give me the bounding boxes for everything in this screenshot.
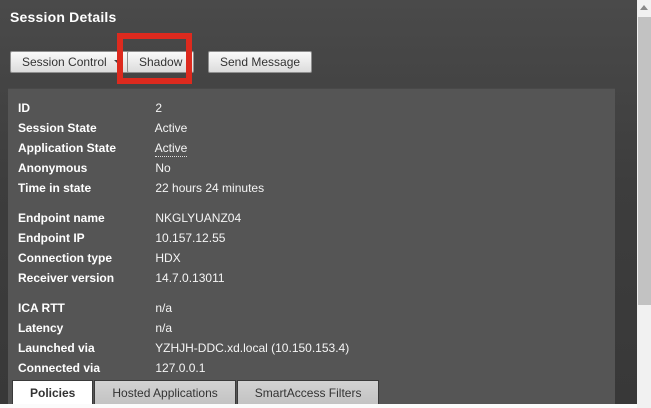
session-control-button[interactable]: Session Control	[10, 51, 134, 73]
table-row: Connection type HDX	[8, 248, 615, 268]
detail-label: Connection type	[18, 251, 113, 265]
session-details-panel: ID 2 Session State Active Application St…	[8, 88, 615, 404]
send-message-button[interactable]: Send Message	[208, 51, 313, 73]
shadow-label: Shadow	[139, 55, 183, 69]
table-row: Endpoint IP 10.157.12.55	[8, 228, 615, 248]
table-row: Connected via 127.0.0.1	[8, 358, 615, 378]
table-row: Latency n/a	[8, 318, 615, 338]
detail-value: Active	[154, 121, 188, 135]
application-state-tooltip-value[interactable]: Active	[154, 141, 188, 157]
send-message-label: Send Message	[220, 55, 301, 69]
detail-label: Connected via	[18, 361, 101, 375]
detail-value: 127.0.0.1	[155, 361, 206, 375]
vertical-scrollbar[interactable]	[637, 0, 651, 408]
tab-hosted-applications[interactable]: Hosted Applications	[94, 380, 236, 404]
detail-value: n/a	[155, 301, 173, 315]
table-row: Session State Active	[8, 118, 615, 138]
tab-content-strip	[0, 404, 637, 408]
detail-group-connection: ICA RTT n/a Latency n/a Launched via YZH…	[8, 298, 615, 378]
bottom-tab-bar: Policies Hosted Applications SmartAccess…	[8, 380, 615, 408]
table-row: ID 2	[8, 98, 615, 118]
session-control-label: Session Control	[22, 55, 107, 69]
scroll-up-button[interactable]	[637, 0, 651, 15]
chevron-down-icon	[113, 60, 122, 64]
detail-value: 22 hours 24 minutes	[155, 181, 265, 195]
table-row: Anonymous No	[8, 158, 615, 178]
detail-label: Endpoint IP	[18, 231, 85, 245]
detail-label: Launched via	[18, 341, 95, 355]
detail-label: Time in state	[18, 181, 92, 195]
detail-label: ICA RTT	[18, 301, 65, 315]
detail-value: 2	[155, 101, 163, 115]
detail-group-session: ID 2 Session State Active Application St…	[8, 98, 615, 198]
detail-label: Application State	[18, 141, 117, 155]
detail-label: Session State	[18, 121, 97, 135]
detail-value: NKGLYUANZ04	[155, 211, 242, 225]
table-row: Launched via YZHJH-DDC.xd.local (10.150.…	[8, 338, 615, 358]
detail-value: HDX	[155, 251, 181, 265]
table-row: ICA RTT n/a	[8, 298, 615, 318]
detail-label: Anonymous	[18, 161, 88, 175]
detail-label: Latency	[18, 321, 64, 335]
shadow-button[interactable]: Shadow	[127, 51, 195, 73]
detail-label: Endpoint name	[18, 211, 105, 225]
detail-value: 10.157.12.55	[155, 231, 226, 245]
detail-value: 14.7.0.13011	[155, 271, 225, 285]
table-row: Application State Active	[8, 138, 615, 158]
scrollbar-thumb[interactable]	[638, 17, 651, 305]
detail-value: YZHJH-DDC.xd.local (10.150.153.4)	[155, 341, 350, 355]
detail-group-endpoint: Endpoint name NKGLYUANZ04 Endpoint IP 10…	[8, 208, 615, 288]
table-row: Time in state 22 hours 24 minutes	[8, 178, 615, 198]
table-row: Receiver version 14.7.0.13011	[8, 268, 615, 288]
detail-value: No	[155, 161, 171, 175]
page-title: Session Details	[10, 9, 117, 25]
scroll-up-icon	[640, 5, 648, 10]
tab-smartaccess-filters[interactable]: SmartAccess Filters	[236, 380, 380, 404]
session-details-page: Session Details Session Control Shadow S…	[0, 0, 651, 408]
detail-label: Receiver version	[18, 271, 115, 285]
detail-label: ID	[18, 101, 30, 115]
table-row: Endpoint name NKGLYUANZ04	[8, 208, 615, 228]
detail-value: n/a	[155, 321, 173, 335]
